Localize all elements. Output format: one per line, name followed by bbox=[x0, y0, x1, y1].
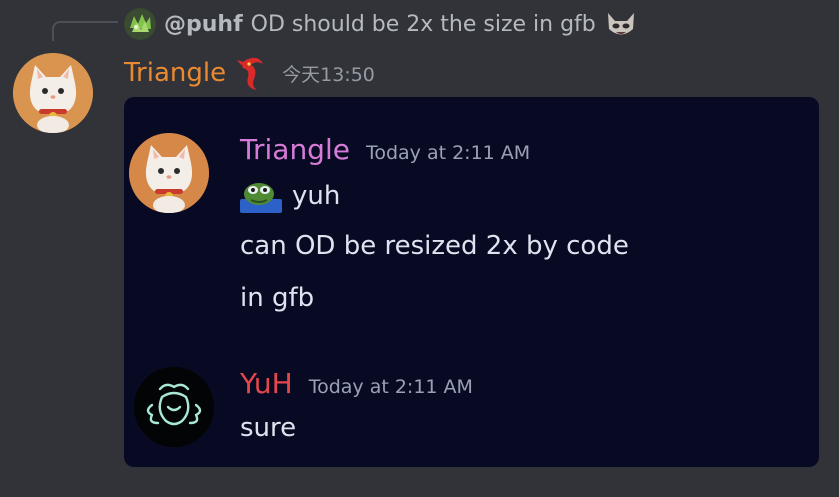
reply-reference[interactable]: @puhf OD should be 2x the size in gfb bbox=[124, 8, 638, 40]
replied-user-avatar[interactable] bbox=[124, 8, 156, 40]
embed-header-2: YuH Today at 2:11 AM bbox=[240, 367, 473, 400]
dragon-badge-icon[interactable] bbox=[236, 55, 268, 91]
reply-author[interactable]: @puhf bbox=[164, 12, 243, 37]
user-avatar[interactable] bbox=[13, 53, 93, 133]
embed-username: YuH bbox=[240, 367, 293, 400]
embed-message-text: can OD be resized 2x by code bbox=[240, 231, 629, 261]
embed-avatar-yuh bbox=[134, 367, 214, 447]
embed-message-text: sure bbox=[240, 413, 297, 443]
embed-timestamp: Today at 2:11 AM bbox=[365, 142, 531, 164]
username[interactable]: Triangle bbox=[124, 58, 226, 88]
embed-username: Triangle bbox=[240, 133, 350, 166]
embed-message-text: yuh bbox=[292, 181, 341, 211]
message-header: Triangle 今天13:50 bbox=[124, 55, 375, 91]
cat-emoji-icon bbox=[607, 13, 634, 35]
embed-header-1: Triangle Today at 2:11 AM bbox=[240, 133, 530, 166]
reply-spine bbox=[52, 21, 118, 41]
embed-timestamp: Today at 2:11 AM bbox=[308, 376, 473, 398]
embed-message-line: yuh bbox=[240, 179, 340, 213]
reply-preview-text[interactable]: OD should be 2x the size in gfb bbox=[251, 12, 596, 37]
embed-avatar-triangle bbox=[129, 133, 209, 213]
screenshot-embed[interactable]: Triangle Today at 2:11 AM yuh can OD be … bbox=[124, 97, 819, 467]
pepe-emoji-icon bbox=[240, 183, 282, 213]
message-timestamp[interactable]: 今天13:50 bbox=[282, 60, 375, 87]
embed-message-text: in gfb bbox=[240, 283, 315, 313]
